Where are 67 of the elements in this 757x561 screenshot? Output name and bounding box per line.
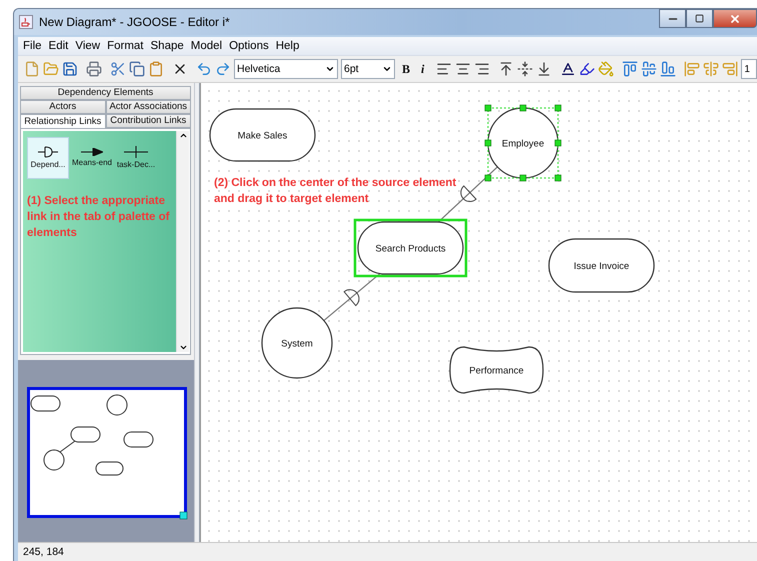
align-middle-icon[interactable] (517, 61, 534, 77)
menu-item[interactable]: Model (188, 40, 226, 52)
cursor-coordinates: 245, 184 (23, 546, 64, 558)
redo-icon[interactable] (215, 61, 231, 77)
dropdown-caret-icon (382, 64, 392, 74)
task-node[interactable] (209, 108, 316, 162)
coffee-cup-icon (19, 15, 33, 29)
undo-icon[interactable] (196, 61, 212, 77)
italic-button[interactable]: i (417, 62, 428, 76)
node-label: Search Products (375, 244, 446, 254)
printer-icon[interactable] (86, 61, 102, 77)
node-label: Issue Invoice (574, 261, 630, 272)
palette-tab[interactable]: Relationship Links (20, 114, 106, 129)
dropdown-caret-icon (325, 64, 335, 74)
menu-item[interactable]: Format (104, 40, 148, 52)
dependency-link-icon (38, 146, 58, 158)
node-label: Performance (469, 366, 524, 376)
cut-icon[interactable] (110, 61, 126, 77)
menu-item[interactable]: Options (226, 40, 273, 52)
font-color-icon[interactable] (560, 61, 576, 77)
scroll-down-icon[interactable] (178, 343, 188, 352)
align-left-icon[interactable] (436, 61, 452, 77)
align-center-icon[interactable] (455, 61, 472, 77)
instruction-text: (1) Select the appropriate link in the tab of palette of elements (27, 194, 170, 241)
maximize-icon (695, 14, 704, 23)
diagram-canvas[interactable]: Make Sales Employee Search Products Issue Invoice System Performance (2) Click on the center of the source element and drag it to target element (200, 83, 757, 542)
node-label: Employee (502, 138, 544, 150)
palette-tab[interactable]: Contribution Links (106, 114, 191, 128)
menu-item[interactable]: Help (272, 40, 304, 52)
paste-icon[interactable] (148, 61, 164, 77)
number-field[interactable]: 1 (741, 59, 757, 79)
fill-color-icon[interactable] (598, 61, 614, 77)
menu-item[interactable]: Shape (148, 40, 188, 52)
palette-item[interactable]: Depend... (27, 136, 69, 179)
font-select[interactable]: Helvetica (234, 59, 338, 79)
arrow-icon (81, 148, 103, 156)
palette-item[interactable]: Means-end (71, 136, 113, 179)
maximize-button[interactable] (686, 9, 713, 28)
task-node[interactable] (548, 238, 655, 293)
instruction-text: (2) Click on the center of the source element and drag it to target element (214, 176, 458, 207)
actor-node[interactable] (261, 307, 333, 379)
close-icon (729, 12, 741, 24)
window-title: New Diagram* - JGOOSE - Editor i* (39, 15, 231, 29)
cross-line-icon (124, 146, 148, 158)
line-color-icon[interactable] (579, 61, 596, 77)
menu-item[interactable]: View (72, 40, 104, 52)
align-shapes-middle-icon[interactable] (641, 61, 658, 77)
menu-item[interactable]: Edit (46, 40, 72, 52)
softgoal-node[interactable] (449, 346, 544, 394)
node-label: Make Sales (238, 130, 288, 142)
overview-drawing[interactable] (27, 387, 188, 520)
close-button[interactable] (713, 9, 757, 28)
align-shapes-top-icon[interactable] (622, 61, 638, 77)
align-shapes-bottom-icon[interactable] (660, 61, 676, 77)
palette-item[interactable]: task-Dec... (115, 136, 157, 179)
font-size-select[interactable]: 6pt (341, 59, 395, 79)
palette-tab[interactable]: Actors (20, 100, 106, 114)
minimize-button[interactable] (659, 9, 686, 28)
palette-tab[interactable]: Actor Associations (106, 100, 191, 114)
node-label: System (281, 338, 313, 350)
scrollbar[interactable] (176, 130, 189, 352)
bold-button[interactable]: B (398, 62, 414, 76)
align-right-icon[interactable] (474, 61, 490, 77)
copy-icon[interactable] (129, 61, 145, 77)
palette-tab[interactable]: Dependency Elements (20, 86, 191, 100)
menu-item[interactable]: File (20, 40, 46, 52)
save-icon[interactable] (62, 61, 78, 77)
